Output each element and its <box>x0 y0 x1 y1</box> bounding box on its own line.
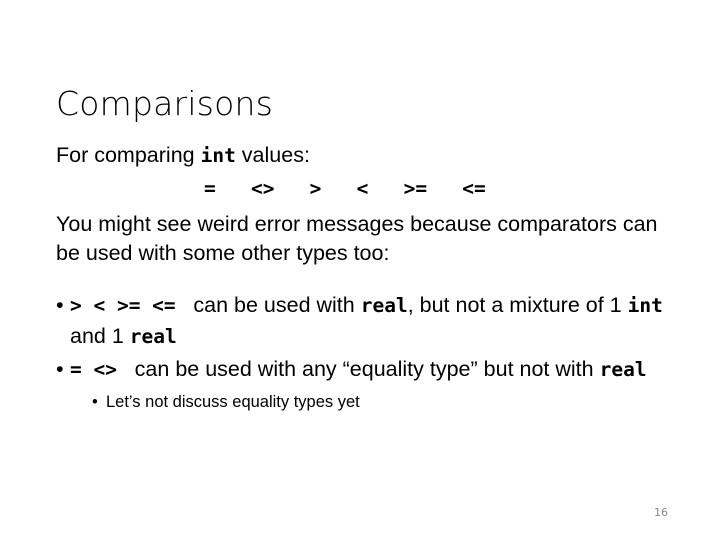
subbullet-1-text: Let’s not discuss equality types yet <box>106 392 360 411</box>
bullet-1-text-after: and 1 <box>70 323 130 348</box>
bullet-marker-icon: • <box>56 356 64 381</box>
bullet-marker-icon: • <box>56 292 64 317</box>
lead-text-before: For comparing <box>56 143 201 167</box>
lead-text-after: values: <box>235 143 310 167</box>
bullet-1-code-real: real <box>360 293 408 317</box>
bullet-1-code-real-2: real <box>129 324 177 348</box>
subbullet-marker-icon: • <box>92 392 98 411</box>
page-number: 16 <box>654 506 668 519</box>
bullet-list: • > < >= <= can be used with real, but no… <box>56 290 668 414</box>
list-item: • > < >= <= can be used with real, but no… <box>56 290 668 352</box>
bullet-1-text-before: can be used with <box>187 292 361 317</box>
bullet-1-text-middle: , but not a mixture of 1 <box>407 292 628 317</box>
list-item: • = <> can be used with any “equality typ… <box>56 354 668 385</box>
lead-code-int: int <box>200 144 236 167</box>
explanation-paragraph: You might see weird error messages becau… <box>56 212 658 265</box>
bullet-2-code-real: real <box>599 357 647 381</box>
operators-list: = <> > < >= <= <box>204 177 486 200</box>
slide-canvas: Comparisons For comparing int values: = … <box>0 0 720 540</box>
bullet-1-code-int: int <box>627 293 663 317</box>
slide-title: Comparisons <box>56 84 273 124</box>
subbullet-list: • Let’s not discuss equality types yet <box>56 391 668 414</box>
lead-line: For comparing int values: <box>56 140 668 171</box>
bullet-2-operators: = <> <box>70 357 129 381</box>
bullet-2-text-before: can be used with any “equality type” but… <box>128 356 600 381</box>
slide-body: For comparing int values: = <> > < >= <=… <box>56 140 668 414</box>
bullet-1-operators: > < >= <= <box>70 293 188 317</box>
operators-line: = <> > < >= <= <box>56 173 668 204</box>
list-item: • Let’s not discuss equality types yet <box>92 391 668 414</box>
